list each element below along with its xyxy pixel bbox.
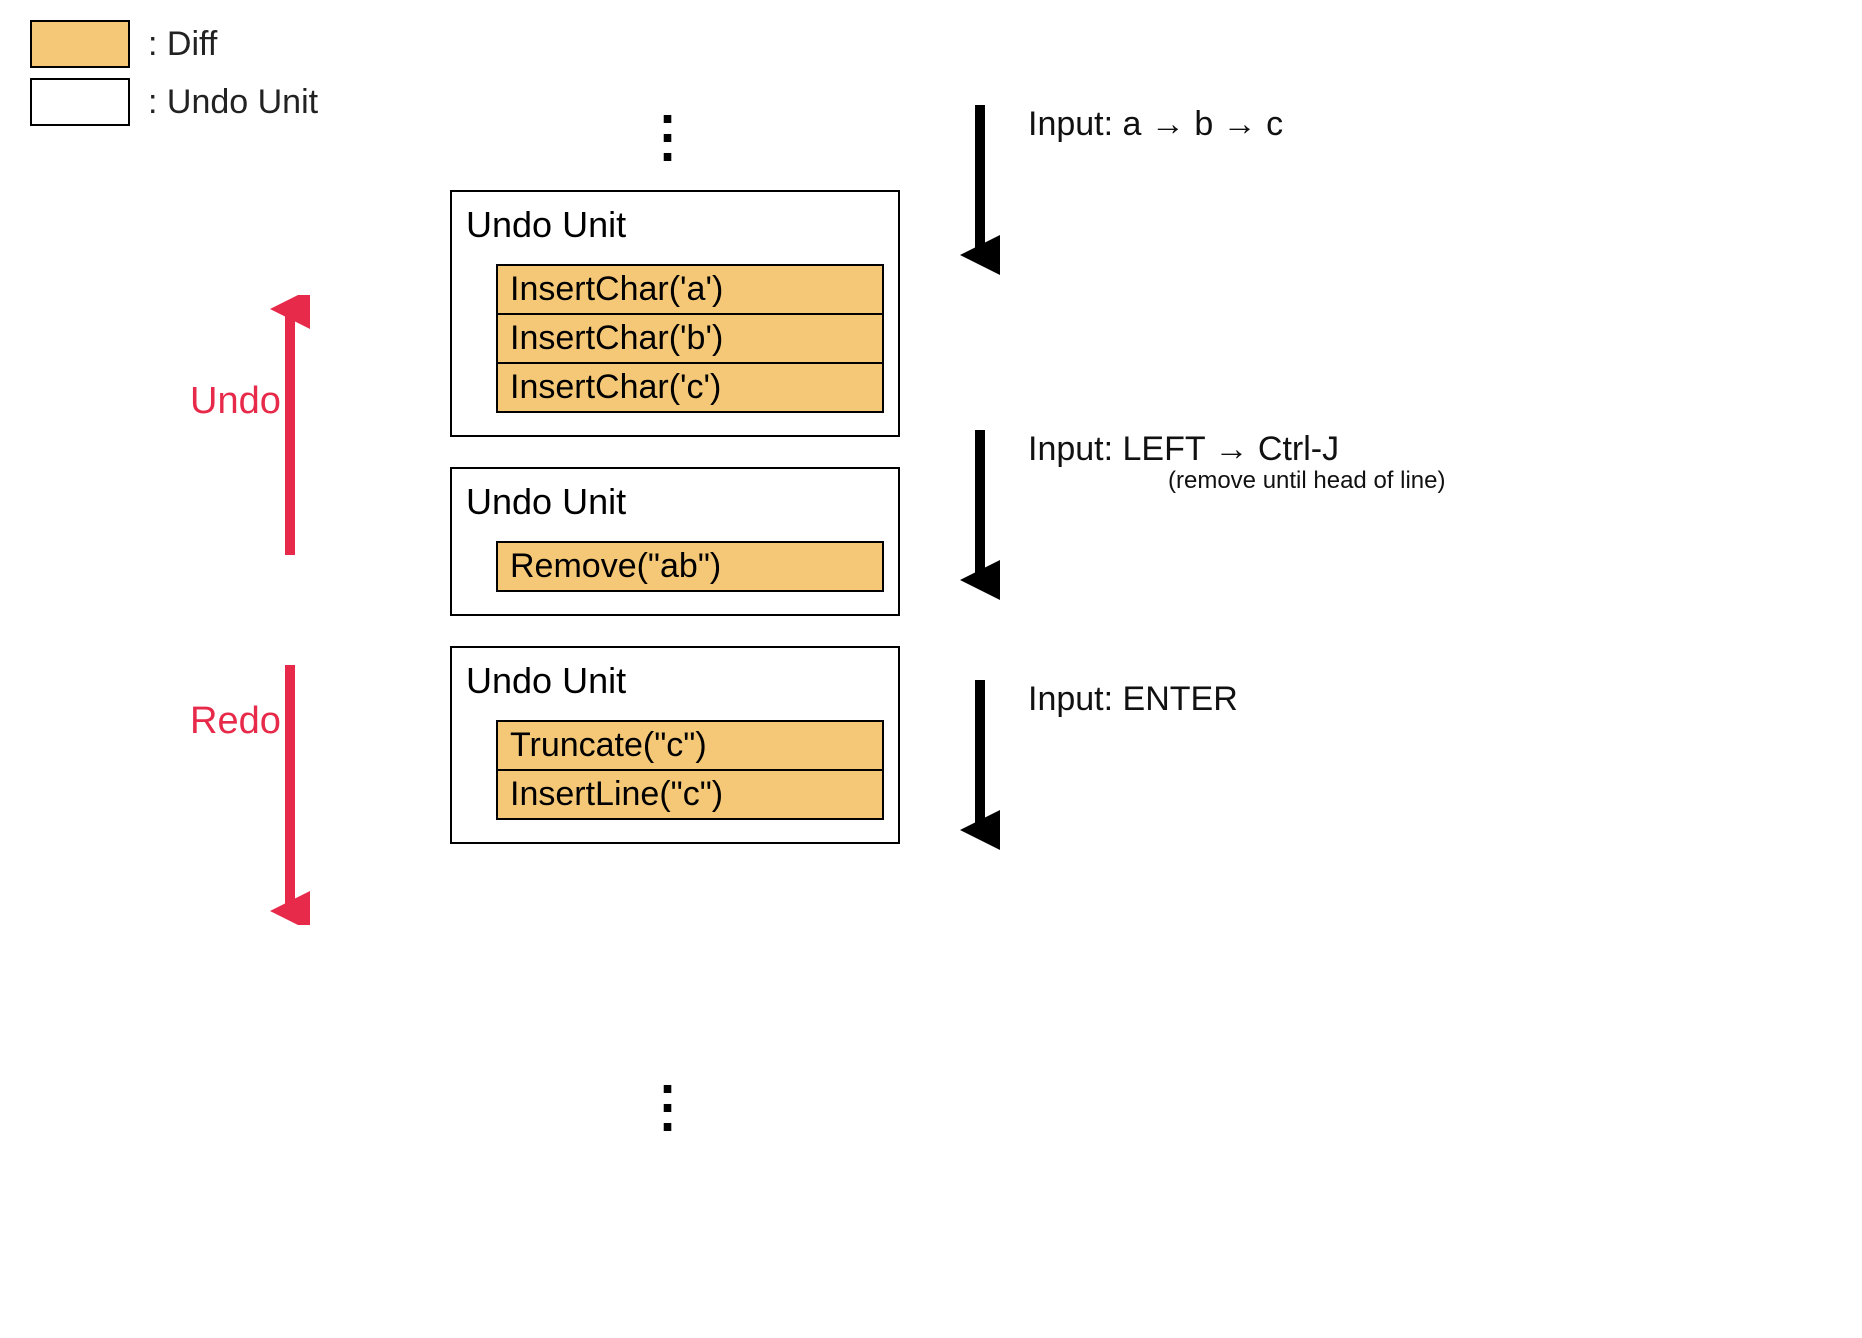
- undo-arrow-icon: [270, 295, 310, 555]
- legend-row-diff: : Diff: [30, 20, 318, 68]
- input-annotation: Input: a → b → c: [960, 105, 1445, 285]
- diff-item: InsertChar('c'): [496, 364, 884, 413]
- undo-unit: Undo Unit InsertChar('a') InsertChar('b'…: [450, 190, 900, 437]
- undo-stack: Undo Unit InsertChar('a') InsertChar('b'…: [450, 190, 900, 874]
- input-annotation: Input: ENTER: [960, 680, 1445, 860]
- diff-item: InsertLine("c"): [496, 771, 884, 820]
- down-arrow-icon: [960, 680, 1000, 850]
- diff-item: Truncate("c"): [496, 720, 884, 771]
- diff-item: InsertChar('a'): [496, 264, 884, 315]
- input-text: Input: ENTER: [1028, 680, 1238, 719]
- legend-swatch-unit: [30, 78, 130, 126]
- undo-label: Undo: [190, 380, 281, 423]
- diff-item: InsertChar('b'): [496, 315, 884, 364]
- undo-unit: Undo Unit Remove("ab"): [450, 467, 900, 616]
- legend: : Diff : Undo Unit: [30, 20, 318, 136]
- input-annotation: Input: LEFT → Ctrl-J (remove until head …: [960, 430, 1445, 610]
- ellipsis-icon: ···: [660, 110, 678, 167]
- legend-label-diff: : Diff: [148, 25, 217, 64]
- input-subtext: (remove until head of line): [1028, 467, 1445, 495]
- diff-list: Remove("ab"): [496, 541, 884, 592]
- diff-item: Remove("ab"): [496, 541, 884, 592]
- undo-unit-title: Undo Unit: [466, 204, 884, 246]
- undo-unit-title: Undo Unit: [466, 660, 884, 702]
- legend-swatch-diff: [30, 20, 130, 68]
- down-arrow-icon: [960, 430, 1000, 600]
- undo-unit-title: Undo Unit: [466, 481, 884, 523]
- diff-list: Truncate("c") InsertLine("c"): [496, 720, 884, 820]
- input-annotations: Input: a → b → c Input: LEFT → Ctrl-J (r…: [960, 105, 1445, 860]
- undo-unit: Undo Unit Truncate("c") InsertLine("c"): [450, 646, 900, 844]
- diff-list: InsertChar('a') InsertChar('b') InsertCh…: [496, 264, 884, 413]
- ellipsis-icon: ···: [660, 1080, 678, 1137]
- down-arrow-icon: [960, 105, 1000, 275]
- input-text: Input: LEFT → Ctrl-J: [1028, 430, 1445, 469]
- legend-label-unit: : Undo Unit: [148, 83, 318, 122]
- input-text: Input: a → b → c: [1028, 105, 1283, 144]
- redo-label: Redo: [190, 700, 281, 743]
- legend-row-unit: : Undo Unit: [30, 78, 318, 126]
- undo-redo-column: Undo Redo: [230, 260, 350, 960]
